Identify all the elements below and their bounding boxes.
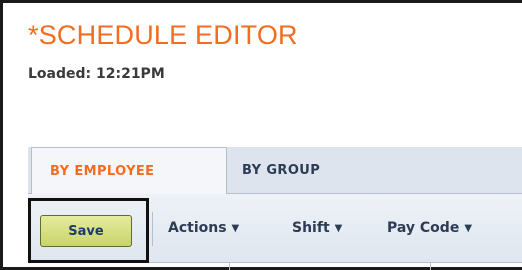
save-button[interactable]: Save xyxy=(40,215,132,247)
shift-menu[interactable]: Shift ▼ xyxy=(292,220,342,236)
column-divider xyxy=(430,262,431,270)
tab-label: BY EMPLOYEE xyxy=(50,163,155,179)
tab-by-employee[interactable]: BY EMPLOYEE xyxy=(31,147,227,194)
caret-down-icon: ▼ xyxy=(334,223,343,234)
column-divider xyxy=(229,262,230,270)
actions-menu-label: Actions xyxy=(168,220,227,236)
save-button-label: Save xyxy=(68,223,104,239)
caret-down-icon: ▼ xyxy=(231,223,240,234)
actions-menu[interactable]: Actions ▼ xyxy=(168,220,239,236)
shift-menu-label: Shift xyxy=(292,220,330,236)
tab-label: BY GROUP xyxy=(242,162,321,178)
tab-by-group[interactable]: BY GROUP xyxy=(227,147,367,193)
loaded-timestamp: Loaded: 12:21PM xyxy=(28,66,165,82)
pay-code-menu[interactable]: Pay Code ▼ xyxy=(387,220,472,236)
pay-code-menu-label: Pay Code xyxy=(387,220,460,236)
page-title: *SCHEDULE EDITOR xyxy=(28,20,298,50)
toolbar-separator xyxy=(152,212,153,246)
caret-down-icon: ▼ xyxy=(464,223,473,234)
